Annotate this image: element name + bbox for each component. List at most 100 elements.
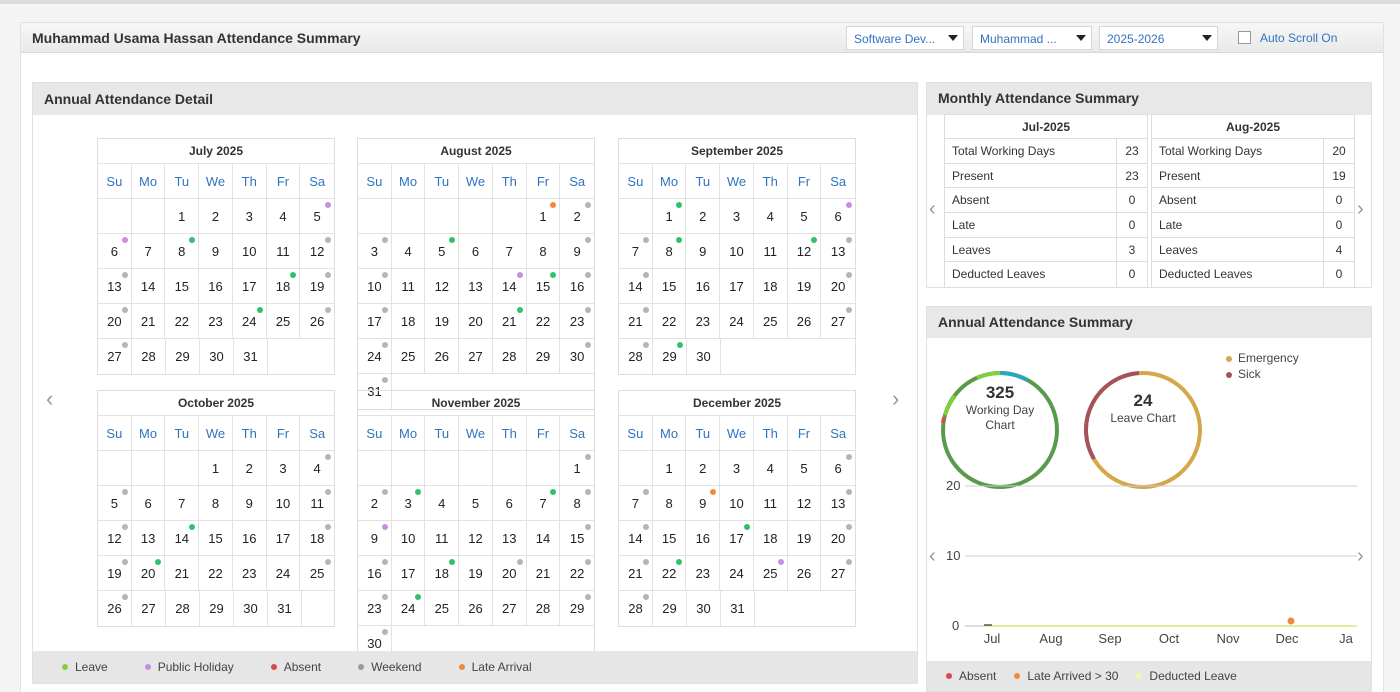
day-cell[interactable]: 27 <box>821 304 855 338</box>
day-cell[interactable]: 4 <box>754 199 788 233</box>
day-cell[interactable]: 31 <box>268 591 302 626</box>
day-cell[interactable]: 8 <box>653 234 687 268</box>
day-cell[interactable]: 10 <box>720 234 754 268</box>
day-cell[interactable]: 19 <box>788 521 822 555</box>
day-cell[interactable]: 17 <box>267 521 301 555</box>
day-cell[interactable]: 26 <box>788 556 822 590</box>
day-cell[interactable]: 29 <box>560 591 594 625</box>
day-cell[interactable]: 2 <box>358 486 392 520</box>
day-cell[interactable]: 21 <box>527 556 561 590</box>
day-cell[interactable]: 27 <box>459 339 493 373</box>
day-cell[interactable]: 28 <box>132 339 166 374</box>
day-cell[interactable]: 9 <box>358 521 392 555</box>
day-cell[interactable]: 24 <box>358 339 392 373</box>
day-cell[interactable]: 9 <box>199 234 233 268</box>
prev-arrow-icon[interactable]: ‹ <box>929 198 936 220</box>
day-cell[interactable]: 6 <box>132 486 166 520</box>
auto-scroll-label[interactable]: Auto Scroll On <box>1260 31 1337 45</box>
day-cell[interactable]: 23 <box>233 556 267 590</box>
day-cell[interactable]: 26 <box>300 304 334 338</box>
day-cell[interactable]: 19 <box>300 269 334 303</box>
day-cell[interactable]: 12 <box>459 521 493 555</box>
day-cell[interactable]: 2 <box>233 451 267 485</box>
day-cell[interactable]: 24 <box>233 304 267 338</box>
day-cell[interactable]: 22 <box>199 556 233 590</box>
day-cell[interactable]: 30 <box>687 591 721 626</box>
day-cell[interactable]: 8 <box>653 486 687 520</box>
day-cell[interactable]: 9 <box>560 234 594 268</box>
day-cell[interactable]: 18 <box>300 521 334 555</box>
day-cell[interactable]: 27 <box>132 591 166 626</box>
day-cell[interactable]: 21 <box>132 304 166 338</box>
day-cell[interactable]: 7 <box>527 486 561 520</box>
day-cell[interactable]: 4 <box>267 199 301 233</box>
day-cell[interactable]: 3 <box>720 199 754 233</box>
day-cell[interactable]: 10 <box>720 486 754 520</box>
day-cell[interactable]: 4 <box>300 451 334 485</box>
day-cell[interactable]: 17 <box>720 269 754 303</box>
day-cell[interactable]: 17 <box>233 269 267 303</box>
day-cell[interactable]: 9 <box>686 234 721 268</box>
day-cell[interactable]: 14 <box>165 521 200 555</box>
day-cell[interactable]: 26 <box>788 304 822 338</box>
day-cell[interactable]: 30 <box>200 339 234 374</box>
day-cell[interactable]: 16 <box>560 269 594 303</box>
day-cell[interactable]: 20 <box>132 556 166 590</box>
day-cell[interactable]: 30 <box>234 591 268 626</box>
day-cell[interactable]: 12 <box>788 486 822 520</box>
year-dropdown[interactable]: 2025-2026 <box>1099 26 1218 50</box>
day-cell[interactable]: 11 <box>754 486 788 520</box>
day-cell[interactable]: 25 <box>425 591 460 625</box>
day-cell[interactable]: 27 <box>98 339 132 374</box>
day-cell[interactable]: 11 <box>300 486 334 520</box>
day-cell[interactable]: 8 <box>165 234 200 268</box>
day-cell[interactable]: 10 <box>392 521 426 555</box>
day-cell[interactable]: 1 <box>653 199 687 233</box>
day-cell[interactable]: 15 <box>560 521 594 555</box>
day-cell[interactable]: 22 <box>653 556 687 590</box>
day-cell[interactable]: 29 <box>200 591 234 626</box>
day-cell[interactable]: 23 <box>358 591 392 625</box>
day-cell[interactable]: 31 <box>234 339 268 374</box>
day-cell[interactable]: 28 <box>166 591 200 626</box>
day-cell[interactable]: 6 <box>821 199 855 233</box>
day-cell[interactable]: 25 <box>754 304 788 338</box>
day-cell[interactable]: 3 <box>720 451 754 485</box>
day-cell[interactable]: 24 <box>267 556 301 590</box>
day-cell[interactable]: 16 <box>199 269 233 303</box>
day-cell[interactable]: 14 <box>493 269 527 303</box>
day-cell[interactable]: 21 <box>619 304 653 338</box>
day-cell[interactable]: 5 <box>425 234 460 268</box>
day-cell[interactable]: 7 <box>493 234 527 268</box>
day-cell[interactable]: 22 <box>653 304 687 338</box>
day-cell[interactable]: 14 <box>619 521 653 555</box>
day-cell[interactable]: 28 <box>619 591 653 626</box>
day-cell[interactable]: 24 <box>720 304 754 338</box>
day-cell[interactable]: 27 <box>493 591 527 625</box>
day-cell[interactable]: 8 <box>560 486 594 520</box>
day-cell[interactable]: 9 <box>686 486 721 520</box>
day-cell[interactable]: 22 <box>165 304 200 338</box>
day-cell[interactable]: 3 <box>267 451 301 485</box>
day-cell[interactable]: 18 <box>754 521 788 555</box>
auto-scroll-checkbox[interactable] <box>1238 31 1251 44</box>
day-cell[interactable]: 3 <box>233 199 267 233</box>
day-cell[interactable]: 10 <box>358 269 392 303</box>
day-cell[interactable]: 1 <box>653 451 687 485</box>
day-cell[interactable]: 5 <box>300 199 334 233</box>
day-cell[interactable]: 14 <box>132 269 166 303</box>
day-cell[interactable]: 1 <box>527 199 561 233</box>
day-cell[interactable]: 7 <box>132 234 166 268</box>
day-cell[interactable]: 2 <box>686 199 721 233</box>
day-cell[interactable]: 3 <box>392 486 426 520</box>
day-cell[interactable]: 7 <box>619 234 653 268</box>
day-cell[interactable]: 29 <box>166 339 200 374</box>
day-cell[interactable]: 24 <box>392 591 426 625</box>
day-cell[interactable]: 19 <box>425 304 460 338</box>
day-cell[interactable]: 30 <box>687 339 721 374</box>
prev-arrow-icon[interactable]: ‹ <box>929 545 936 567</box>
day-cell[interactable]: 1 <box>199 451 233 485</box>
day-cell[interactable]: 17 <box>720 521 754 555</box>
day-cell[interactable]: 13 <box>493 521 527 555</box>
day-cell[interactable]: 13 <box>459 269 493 303</box>
